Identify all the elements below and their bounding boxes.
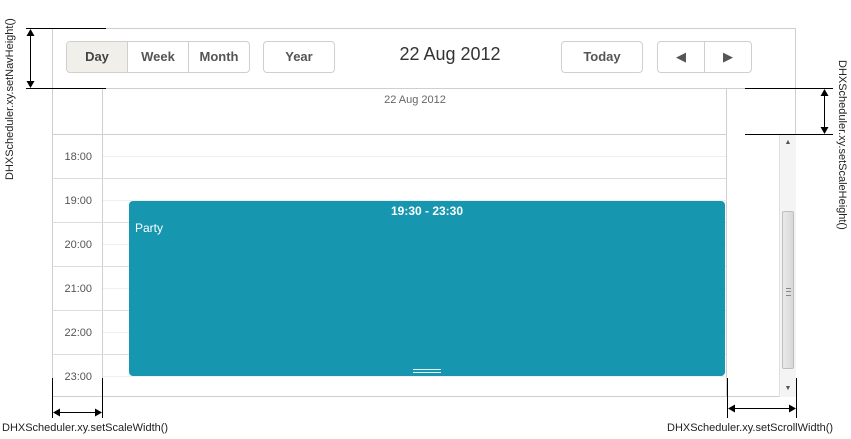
day-header: 22 Aug 2012 — [103, 89, 727, 134]
header-right-separator — [726, 89, 727, 135]
data-area-edge — [726, 135, 727, 397]
scroll-down-icon[interactable]: ▼ — [780, 382, 796, 396]
half-hour-line — [103, 376, 727, 377]
half-hour-line — [103, 156, 727, 157]
prev-arrow-icon[interactable]: ◀ — [658, 42, 705, 72]
time-label: 19:00 — [64, 195, 92, 207]
scroll-width-label: DHXScheduler.xy.setScrollWidth() — [667, 422, 834, 434]
nav-height-arrowheads-icon — [26, 29, 35, 88]
tab-day[interactable]: Day — [67, 42, 128, 72]
event-resize-handle[interactable] — [413, 369, 441, 373]
thumb-grip-icon — [786, 288, 791, 296]
tab-year[interactable]: Year — [263, 41, 335, 73]
nav-height-top-guide — [26, 28, 106, 29]
event-time: 19:30 - 23:30 — [390, 204, 464, 218]
tab-month[interactable]: Month — [189, 42, 249, 72]
scale-width-arrowheads-icon — [53, 408, 102, 417]
view-tabs: Day Week Month — [66, 41, 250, 73]
header-divider — [52, 134, 727, 135]
nav-height-label: DHXScheduler.xy.setNavHeight() — [4, 18, 16, 180]
nav-height-bottom-guide — [26, 88, 106, 89]
event-party[interactable]: 19:30 - 23:30 Party — [129, 201, 725, 376]
time-label: 21:00 — [64, 283, 92, 295]
scale-height-label: DHXScheduler.xy.setScaleHeight() — [836, 60, 848, 230]
event-text: Party — [135, 221, 164, 235]
nav-arrows: ◀ ▶ — [657, 41, 752, 73]
scroll-up-icon[interactable]: ▲ — [780, 136, 796, 150]
scroll-width-arrowheads-icon — [728, 404, 796, 413]
scale-height-arrowheads-icon — [820, 89, 829, 134]
scroll-thumb[interactable] — [782, 211, 794, 369]
tab-week[interactable]: Week — [128, 42, 189, 72]
vertical-scrollbar[interactable]: ▲ ▼ — [779, 135, 796, 397]
day-header-label: 22 Aug 2012 — [384, 94, 446, 106]
time-label: 18:00 — [64, 151, 92, 163]
time-label: 23:00 — [64, 371, 92, 383]
next-arrow-icon[interactable]: ▶ — [705, 42, 751, 72]
scale-width-label: DHXScheduler.xy.setScaleWidth() — [2, 422, 169, 434]
time-label: 22:00 — [64, 327, 92, 339]
today-button[interactable]: Today — [561, 41, 643, 73]
hour-line — [52, 178, 727, 179]
time-label: 20:00 — [64, 239, 92, 251]
date-title: 22 Aug 2012 — [399, 44, 501, 64]
